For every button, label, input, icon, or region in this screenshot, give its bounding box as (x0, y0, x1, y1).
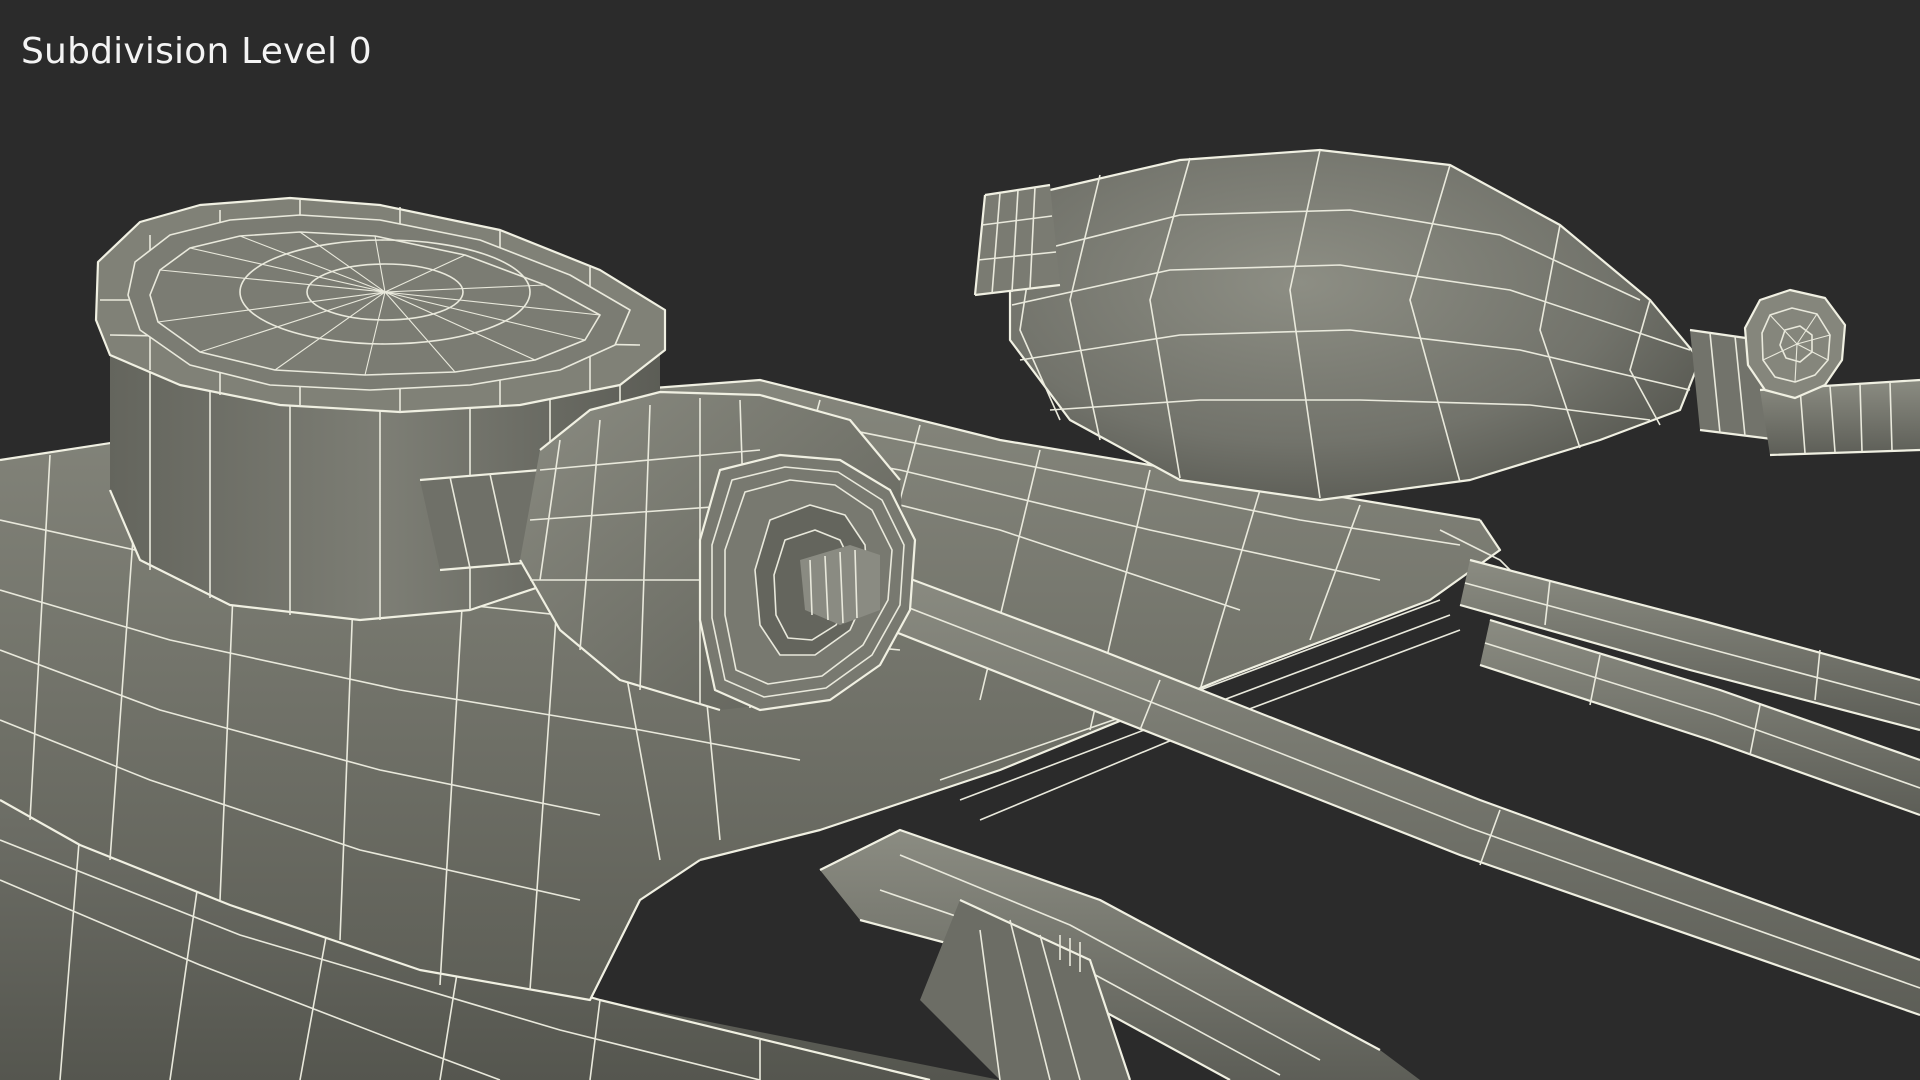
air-release-knob (1743, 288, 1847, 400)
rubber-tubes-lower (819, 828, 1420, 1080)
mesh-render (0, 148, 1920, 1080)
subdivision-level-label: Subdivision Level 0 (21, 31, 372, 72)
3d-viewport[interactable]: Subdivision Level 0 (0, 0, 1920, 1080)
